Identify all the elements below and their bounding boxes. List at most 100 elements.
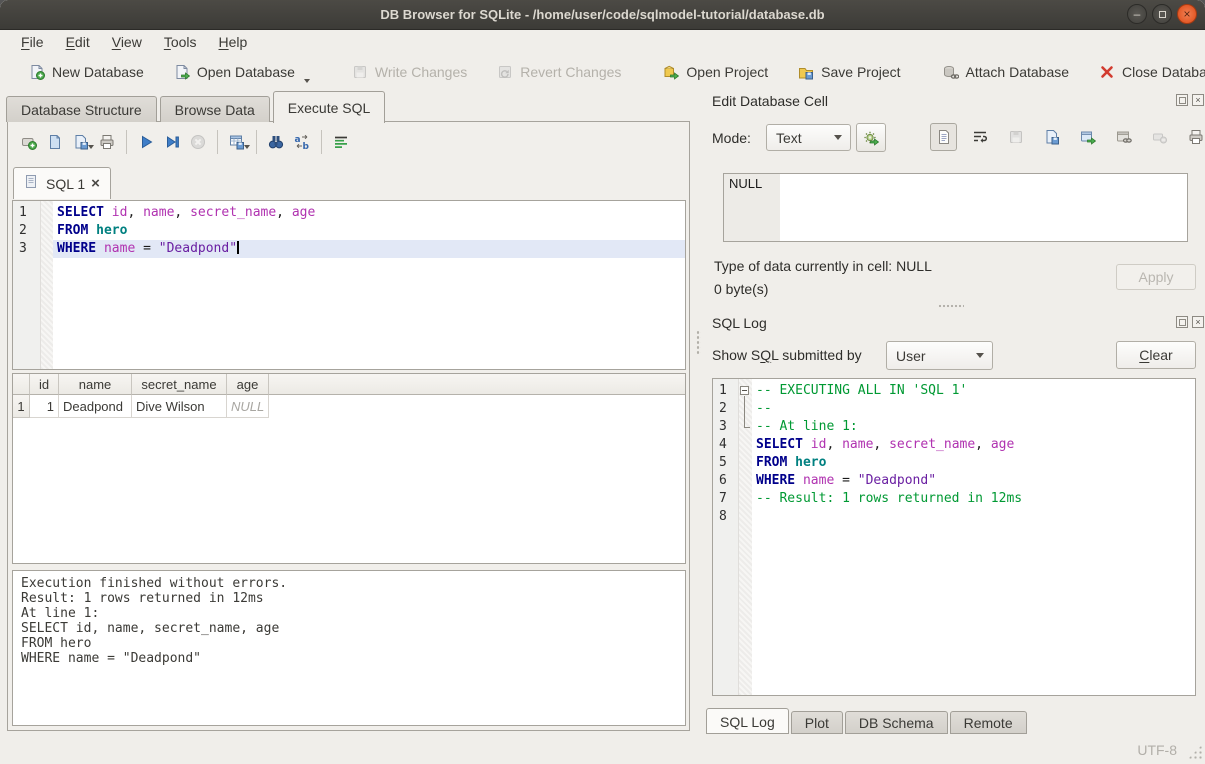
sql-document-tab[interactable]: SQL 1 × [13,167,111,199]
cell-editor[interactable]: NULL [723,173,1188,242]
set-null-button[interactable] [1146,123,1173,151]
close-database-button[interactable]: Close Database [1089,57,1205,87]
code-line[interactable]: 4SELECT id, name, secret_name, age [713,436,1195,454]
column-header-secret_name[interactable]: secret_name [132,374,227,395]
code-line[interactable]: 6WHERE name = "Deadpond" [713,472,1195,490]
execution-message[interactable]: Execution finished without errors. Resul… [12,570,686,726]
code-line[interactable]: 3WHERE name = "Deadpond" [13,240,685,258]
table-cell[interactable]: Deadpond [59,395,132,418]
code-line[interactable]: 3-- At line 1: [713,418,1195,436]
table-corner-header[interactable] [13,374,30,395]
column-header-age[interactable]: age [227,374,269,395]
dock-splitter-handle[interactable] [938,304,964,308]
close-dock-icon[interactable]: × [1192,316,1204,328]
column-header-name[interactable]: name [59,374,132,395]
save-results-button[interactable] [224,129,250,155]
column-header-id[interactable]: id [30,374,59,395]
export-cell-icon [1080,129,1096,145]
close-tab-icon[interactable]: × [91,176,100,191]
new-sql-tab-button[interactable] [16,129,42,155]
apply-mode-gear-button[interactable] [856,123,886,152]
code-line[interactable]: 5FROM hero [713,454,1195,472]
results-table: idnamesecret_nameage11DeadpondDive Wilso… [12,373,686,564]
code-text: FROM hero [752,454,1195,472]
mode-select[interactable]: Text [766,124,851,151]
code-line[interactable]: 2-- [713,400,1195,418]
encoding-indicator[interactable]: UTF-8 [1137,742,1177,758]
menu-item-tools[interactable]: Tools [153,30,208,54]
svg-text:a: a [295,135,301,145]
tab-execute-sql[interactable]: Execute SQL [273,91,386,123]
table-cell[interactable]: Dive Wilson [132,395,227,418]
execute-line-button[interactable] [159,129,185,155]
new-database-button[interactable]: New Database [19,57,154,87]
save-project-button[interactable]: Save Project [788,57,910,87]
menu-item-file[interactable]: File [10,30,55,54]
stop-button[interactable] [185,129,211,155]
format-sql-button[interactable] [328,129,354,155]
menu-item-help[interactable]: Help [208,30,259,54]
export-cell-button[interactable] [1074,123,1101,151]
sql-log-editor[interactable]: 1-- EXECUTING ALL IN 'SQL 1'2--3-- At li… [712,378,1196,696]
main-tab-bar: Database StructureBrowse DataExecute SQL [6,89,388,122]
code-line[interactable]: 2FROM hero [13,222,685,240]
revert-changes-button[interactable]: Revert Changes [487,57,631,87]
open-project-button[interactable]: Open Project [653,57,778,87]
pane-splitter-handle[interactable] [696,330,701,356]
table-cell[interactable]: 1 [30,395,59,418]
maximize-icon[interactable] [1152,4,1172,24]
resize-grip[interactable] [1188,745,1202,759]
apply-button[interactable]: Apply [1116,264,1196,290]
print-button[interactable] [94,129,120,155]
find-button[interactable] [263,129,289,155]
import-cell-button[interactable] [1038,123,1065,151]
float-dock-icon[interactable] [1176,94,1188,106]
open-external-button[interactable] [1110,123,1137,151]
clear-log-button[interactable]: Clear [1116,341,1196,369]
float-dock-icon[interactable] [1176,316,1188,328]
dock-tab-bar: SQL LogPlotDB SchemaRemote [706,707,1029,734]
fold-marker-icon[interactable] [739,382,752,400]
code-line[interactable]: 8 [713,508,1195,526]
save-cell-button[interactable] [1002,123,1029,151]
save-cell-icon [1008,129,1024,145]
replace-button[interactable]: ab [289,129,315,155]
attach-database-icon [943,64,959,80]
edit-cell-dock-title: Edit Database Cell [712,93,828,109]
text-mode-button[interactable] [930,123,957,151]
sql-editor[interactable]: 1SELECT id, name, secret_name, age2FROM … [12,200,686,370]
titlebar[interactable]: DB Browser for SQLite - /home/user/code/… [0,0,1205,30]
menu-item-edit[interactable]: Edit [55,30,101,54]
print-icon [99,134,115,150]
chevron-down-icon[interactable] [244,145,250,149]
text-mode-icon [936,129,952,145]
row-header[interactable]: 1 [13,395,30,418]
word-wrap-icon [972,129,988,145]
table-cell[interactable]: NULL [227,395,269,418]
write-changes-button[interactable]: Write Changes [342,57,477,87]
log-filter-value: User [896,348,926,364]
code-text: FROM hero [53,222,685,240]
attach-database-button[interactable]: Attach Database [933,57,1080,87]
menu-item-view[interactable]: View [101,30,153,54]
save-sql-file-button[interactable] [68,129,94,155]
code-text: WHERE name = "Deadpond" [752,472,1195,490]
code-line[interactable]: 7-- Result: 1 rows returned in 12ms [713,490,1195,508]
close-icon[interactable]: × [1177,4,1197,24]
line-number: 3 [713,418,739,436]
tab-browse-data[interactable]: Browse Data [160,96,270,122]
print-cell-button[interactable] [1182,123,1205,151]
log-filter-select[interactable]: User [886,341,993,370]
open-database-button[interactable]: Open Database [164,57,320,87]
chevron-down-icon[interactable] [304,79,310,83]
word-wrap-button[interactable] [966,123,993,151]
tab-database-structure[interactable]: Database Structure [6,96,157,122]
execute-all-button[interactable] [133,129,159,155]
close-dock-icon[interactable]: × [1192,94,1204,106]
fold-margin-cell [41,240,53,258]
minimize-icon[interactable]: – [1127,4,1147,24]
code-line[interactable]: 1-- EXECUTING ALL IN 'SQL 1' [713,382,1195,400]
code-line[interactable]: 1SELECT id, name, secret_name, age [13,204,685,222]
open-sql-file-button[interactable] [42,129,68,155]
line-number: 1 [713,382,739,400]
